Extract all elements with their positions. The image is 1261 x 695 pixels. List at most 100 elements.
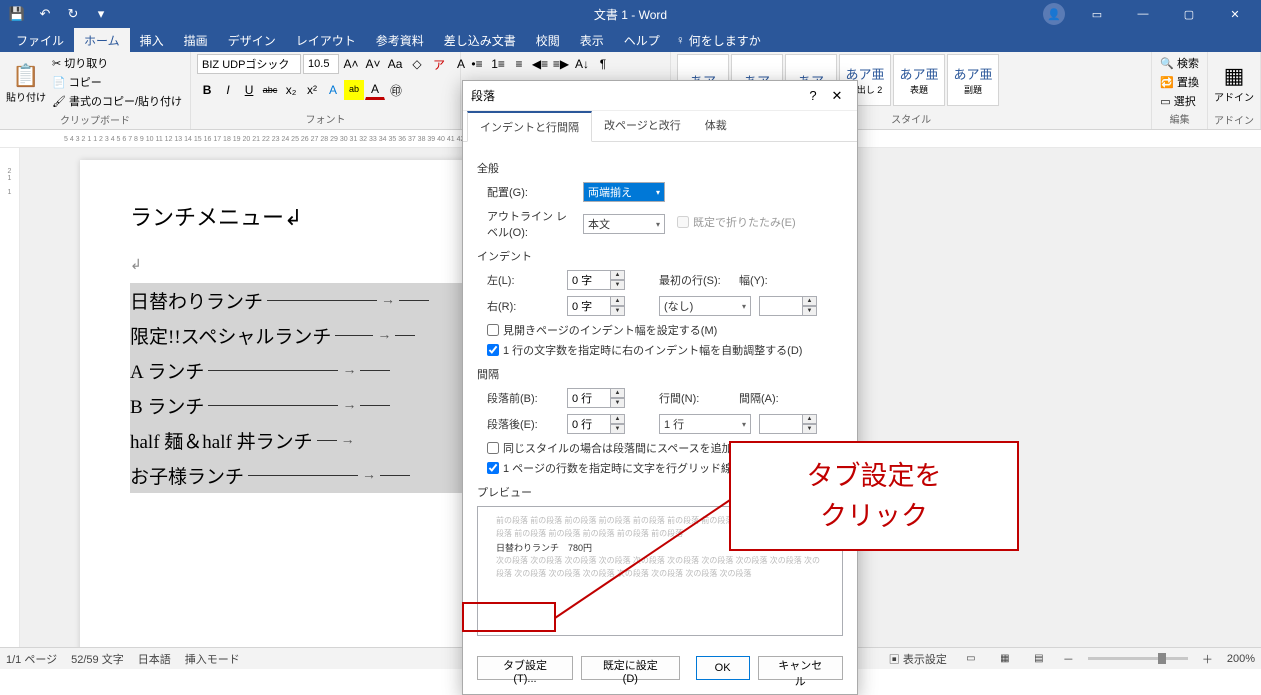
indent-right-input[interactable]: ▲▼ — [567, 296, 625, 316]
minimize-button[interactable]: — — [1121, 0, 1165, 28]
font-color-button[interactable]: A — [365, 80, 385, 100]
tab-view[interactable]: 表示 — [570, 28, 614, 52]
status-page[interactable]: 1/1 ページ — [6, 651, 57, 667]
no-space-checkbox[interactable] — [487, 442, 499, 454]
zoom-level[interactable]: 200% — [1227, 653, 1255, 665]
style-item[interactable]: あア亜表題 — [893, 54, 945, 106]
style-item[interactable]: あア亜副題 — [947, 54, 999, 106]
tab-file[interactable]: ファイル — [6, 28, 74, 52]
format-painter-button[interactable]: 🖌書式のコピー/貼り付け — [50, 92, 184, 110]
multilevel-list-button[interactable]: ≡ — [509, 54, 529, 74]
highlight-button[interactable]: ab — [344, 80, 364, 100]
tab-home[interactable]: ホーム — [74, 28, 130, 52]
show-marks-button[interactable]: ¶ — [593, 54, 613, 74]
line-spacing-select[interactable]: 1 行▾ — [659, 414, 751, 434]
first-line-select[interactable]: (なし)▾ — [659, 296, 751, 316]
snap-grid-checkbox[interactable] — [487, 462, 499, 474]
tell-me[interactable]: ♀ 何をしますか — [676, 28, 761, 52]
title-bar: 💾 ↶ ↻ ▾ 文書 1 - Word 👤 ▭ — ▢ ✕ — [0, 0, 1261, 28]
dlg-tab-page[interactable]: 改ページと改行 — [592, 111, 693, 141]
person-icon: 👤 — [1047, 8, 1061, 21]
bold-button[interactable]: B — [197, 80, 217, 100]
status-words[interactable]: 52/59 文字 — [71, 651, 124, 667]
after-label: 段落後(E): — [487, 416, 559, 432]
tab-review[interactable]: 校閲 — [526, 28, 570, 52]
view-read-mode[interactable]: ▭ — [961, 651, 981, 667]
addin-button[interactable]: ▦ アドイン — [1214, 54, 1254, 112]
tab-layout[interactable]: レイアウト — [286, 28, 366, 52]
mirror-indent-checkbox[interactable] — [487, 324, 499, 336]
dialog-close-button[interactable]: ✕ — [825, 84, 849, 108]
tab-mailings[interactable]: 差し込み文書 — [434, 28, 526, 52]
tabs-button[interactable]: タブ設定(T)... — [477, 656, 573, 680]
display-settings[interactable]: ▣ 表示設定 — [889, 651, 947, 667]
paste-button[interactable]: 📋 貼り付け — [6, 54, 46, 112]
group-editing: 🔍検索 🔁置換 ▭選択 編集 — [1152, 52, 1208, 129]
dialog-help-button[interactable]: ? — [801, 84, 825, 108]
save-button[interactable]: 💾 — [6, 3, 28, 25]
change-case-button[interactable]: Aa — [385, 54, 405, 74]
phonetic-button[interactable]: ア — [429, 54, 449, 74]
alignment-label: 配置(G): — [487, 184, 575, 200]
group-addins: ▦ アドイン アドイン — [1208, 52, 1261, 129]
qat-customize[interactable]: ▾ — [90, 3, 112, 25]
user-avatar[interactable]: 👤 — [1043, 3, 1065, 25]
tab-draw[interactable]: 描画 — [174, 28, 218, 52]
bullet-list-button[interactable]: •≡ — [467, 54, 487, 74]
indent-left-input[interactable]: ▲▼ — [567, 270, 625, 290]
maximize-button[interactable]: ▢ — [1167, 0, 1211, 28]
status-language[interactable]: 日本語 — [138, 651, 171, 667]
space-before-input[interactable]: ▲▼ — [567, 388, 625, 408]
group-font: A˄ A˅ Aa ◇ ア A B I U abc x₂ x² A ab A ㊞ … — [191, 52, 461, 129]
ok-button[interactable]: OK — [696, 656, 750, 680]
font-size-select[interactable] — [303, 54, 339, 74]
space-after-input[interactable]: ▲▼ — [567, 414, 625, 434]
undo-button[interactable]: ↶ — [34, 3, 56, 25]
increase-indent-button[interactable]: ≡▶ — [551, 54, 571, 74]
tab-references[interactable]: 参考資料 — [366, 28, 434, 52]
line-spacing-label: 行間(N): — [659, 390, 731, 406]
set-default-button[interactable]: 既定に設定(D) — [581, 656, 680, 680]
auto-adjust-checkbox[interactable] — [487, 344, 499, 356]
tab-insert[interactable]: 挿入 — [130, 28, 174, 52]
copy-button[interactable]: 📄コピー — [50, 73, 184, 91]
sort-button[interactable]: A↓ — [572, 54, 592, 74]
cancel-button[interactable]: キャンセル — [758, 656, 843, 680]
italic-button[interactable]: I — [218, 80, 238, 100]
alignment-select[interactable]: 両端揃え▾ — [583, 182, 665, 202]
cut-button[interactable]: ✂切り取り — [50, 54, 184, 72]
outline-select[interactable]: 本文▾ — [583, 214, 665, 234]
spacing-at-input[interactable]: ▲▼ — [759, 414, 817, 434]
grow-font-button[interactable]: A˄ — [341, 54, 361, 74]
zoom-in-button[interactable]: ＋ — [1202, 651, 1213, 667]
dlg-tab-indent[interactable]: インデントと行間隔 — [467, 111, 592, 142]
select-button[interactable]: ▭選択 — [1158, 92, 1201, 110]
indent-by-input[interactable]: ▲▼ — [759, 296, 817, 316]
scissors-icon: ✂ — [52, 57, 61, 70]
char-border-button[interactable]: ㊞ — [386, 80, 406, 100]
ruler-vertical[interactable]: 211 — [0, 148, 20, 647]
text-effects-button[interactable]: A — [323, 80, 343, 100]
replace-button[interactable]: 🔁置換 — [1158, 73, 1201, 91]
superscript-button[interactable]: x² — [302, 80, 322, 100]
strike-button[interactable]: abc — [260, 80, 280, 100]
shrink-font-button[interactable]: A˅ — [363, 54, 383, 74]
view-web-layout[interactable]: ▤ — [1029, 651, 1049, 667]
status-insert-mode[interactable]: 挿入モード — [185, 651, 240, 667]
zoom-slider[interactable] — [1088, 657, 1188, 660]
ribbon-display-options[interactable]: ▭ — [1075, 0, 1119, 28]
decrease-indent-button[interactable]: ◀≡ — [530, 54, 550, 74]
find-button[interactable]: 🔍検索 — [1158, 54, 1201, 72]
font-name-select[interactable] — [197, 54, 301, 74]
close-button[interactable]: ✕ — [1213, 0, 1257, 28]
clear-formatting-button[interactable]: ◇ — [407, 54, 427, 74]
dlg-tab-layout[interactable]: 体裁 — [693, 111, 739, 141]
number-list-button[interactable]: 1≡ — [488, 54, 508, 74]
underline-button[interactable]: U — [239, 80, 259, 100]
view-print-layout[interactable]: ▦ — [995, 651, 1015, 667]
tab-help[interactable]: ヘルプ — [614, 28, 670, 52]
tab-design[interactable]: デザイン — [218, 28, 286, 52]
zoom-out-button[interactable]: － — [1063, 651, 1074, 667]
subscript-button[interactable]: x₂ — [281, 80, 301, 100]
redo-button[interactable]: ↻ — [62, 3, 84, 25]
